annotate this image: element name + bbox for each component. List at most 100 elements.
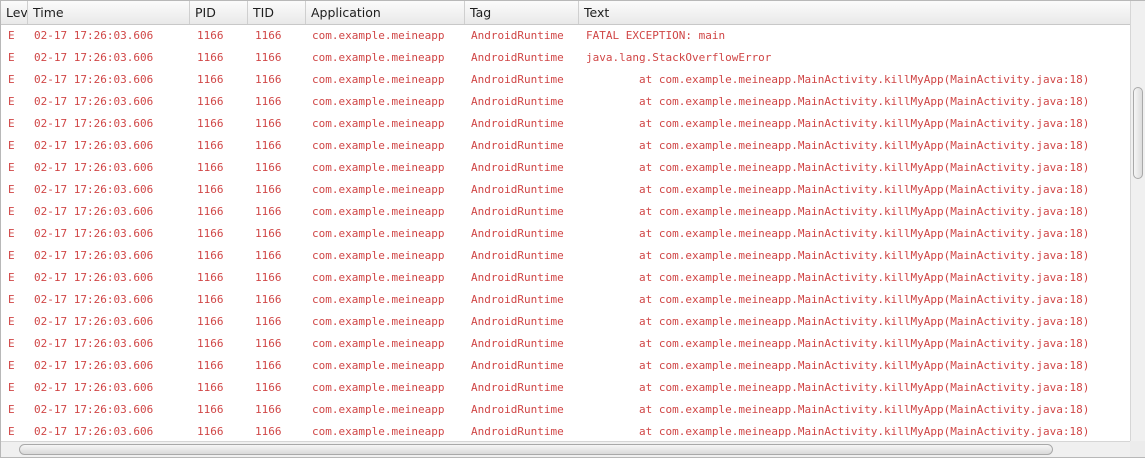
row-time: 02-17 17:26:03.606 — [34, 293, 154, 306]
table-row[interactable]: E 02-17 17:26:03.606 1166 1166 com.example.m… — [1, 333, 1130, 355]
row-level: E — [8, 95, 15, 108]
row-text: at com.example.meineapp.MainActivity.kil… — [586, 139, 1090, 152]
row-application: com.example.meineapp — [312, 161, 445, 174]
row-text: at com.example.meineapp.MainActivity.kil… — [586, 73, 1090, 86]
row-text: at com.example.meineapp.MainActivity.kil… — [586, 293, 1090, 306]
row-level: E — [8, 139, 15, 152]
row-text: at com.example.meineapp.MainActivity.kil… — [586, 227, 1090, 240]
scrollbar-corner — [1130, 441, 1145, 457]
table-row[interactable]: E 02-17 17:26:03.606 1166 1166 com.example.m… — [1, 421, 1130, 441]
row-time: 02-17 17:26:03.606 — [34, 271, 154, 284]
table-row[interactable]: E 02-17 17:26:03.606 1166 1166 com.example.m… — [1, 311, 1130, 333]
row-text: at com.example.meineapp.MainActivity.kil… — [586, 161, 1090, 174]
row-text: at com.example.meineapp.MainActivity.kil… — [586, 205, 1090, 218]
column-header-text[interactable]: Text — [579, 1, 1130, 24]
row-level: E — [8, 117, 15, 130]
column-header-pid[interactable]: PID — [190, 1, 248, 24]
column-header-time[interactable]: Time — [28, 1, 190, 24]
row-time: 02-17 17:26:03.606 — [34, 337, 154, 350]
row-pid: 1166 — [197, 205, 224, 218]
row-level: E — [8, 359, 15, 372]
column-header-tag[interactable]: Tag — [465, 1, 579, 24]
row-time: 02-17 17:26:03.606 — [34, 381, 154, 394]
row-text: at com.example.meineapp.MainActivity.kil… — [586, 271, 1090, 284]
table-row[interactable]: E 02-17 17:26:03.606 1166 1166 com.example.m… — [1, 223, 1130, 245]
row-tid: 1166 — [255, 183, 282, 196]
table-row[interactable]: E 02-17 17:26:03.606 1166 1166 com.example.m… — [1, 25, 1130, 47]
row-pid: 1166 — [197, 29, 224, 42]
row-text: at com.example.meineapp.MainActivity.kil… — [586, 381, 1090, 394]
row-tag: AndroidRuntime — [471, 51, 564, 64]
row-pid: 1166 — [197, 271, 224, 284]
row-level: E — [8, 315, 15, 328]
row-tid: 1166 — [255, 293, 282, 306]
horizontal-scrollbar-thumb[interactable] — [19, 444, 1053, 455]
row-time: 02-17 17:26:03.606 — [34, 29, 154, 42]
row-time: 02-17 17:26:03.606 — [34, 359, 154, 372]
vertical-scrollbar[interactable] — [1130, 1, 1145, 441]
row-time: 02-17 17:26:03.606 — [34, 205, 154, 218]
row-application: com.example.meineapp — [312, 271, 445, 284]
row-tid: 1166 — [255, 227, 282, 240]
row-text: at com.example.meineapp.MainActivity.kil… — [586, 403, 1090, 416]
row-tag: AndroidRuntime — [471, 29, 564, 42]
row-time: 02-17 17:26:03.606 — [34, 95, 154, 108]
row-time: 02-17 17:26:03.606 — [34, 183, 154, 196]
row-pid: 1166 — [197, 337, 224, 350]
table-row[interactable]: E 02-17 17:26:03.606 1166 1166 com.example.m… — [1, 399, 1130, 421]
row-level: E — [8, 161, 15, 174]
vertical-scrollbar-thumb[interactable] — [1133, 87, 1143, 179]
row-tid: 1166 — [255, 403, 282, 416]
row-time: 02-17 17:26:03.606 — [34, 425, 154, 438]
table-row[interactable]: E 02-17 17:26:03.606 1166 1166 com.example.m… — [1, 135, 1130, 157]
row-level: E — [8, 51, 15, 64]
row-text: at com.example.meineapp.MainActivity.kil… — [586, 183, 1090, 196]
row-text: at com.example.meineapp.MainActivity.kil… — [586, 315, 1090, 328]
row-pid: 1166 — [197, 249, 224, 262]
row-pid: 1166 — [197, 403, 224, 416]
row-text: FATAL EXCEPTION: main — [586, 29, 726, 42]
row-text: at com.example.meineapp.MainActivity.kil… — [586, 249, 1090, 262]
row-level: E — [8, 403, 15, 416]
table-row[interactable]: E 02-17 17:26:03.606 1166 1166 com.example.m… — [1, 47, 1130, 69]
row-level: E — [8, 183, 15, 196]
column-header-tid[interactable]: TID — [248, 1, 306, 24]
row-pid: 1166 — [197, 95, 224, 108]
row-application: com.example.meineapp — [312, 227, 445, 240]
row-tid: 1166 — [255, 161, 282, 174]
table-header: Lev Time PID TID Application Tag Text — [1, 1, 1130, 25]
row-tag: AndroidRuntime — [471, 381, 564, 394]
row-text: at com.example.meineapp.MainActivity.kil… — [586, 425, 1090, 438]
table-row[interactable]: E 02-17 17:26:03.606 1166 1166 com.example.m… — [1, 179, 1130, 201]
row-tid: 1166 — [255, 425, 282, 438]
row-application: com.example.meineapp — [312, 425, 445, 438]
row-tag: AndroidRuntime — [471, 117, 564, 130]
row-text: at com.example.meineapp.MainActivity.kil… — [586, 95, 1090, 108]
row-text: at com.example.meineapp.MainActivity.kil… — [586, 117, 1090, 130]
row-level: E — [8, 337, 15, 350]
column-header-application[interactable]: Application — [306, 1, 465, 24]
row-tag: AndroidRuntime — [471, 95, 564, 108]
table-row[interactable]: E 02-17 17:26:03.606 1166 1166 com.example.m… — [1, 245, 1130, 267]
table-row[interactable]: E 02-17 17:26:03.606 1166 1166 com.example.m… — [1, 91, 1130, 113]
table-row[interactable]: E 02-17 17:26:03.606 1166 1166 com.example.m… — [1, 201, 1130, 223]
table-row[interactable]: E 02-17 17:26:03.606 1166 1166 com.example.m… — [1, 113, 1130, 135]
row-application: com.example.meineapp — [312, 359, 445, 372]
table-row[interactable]: E 02-17 17:26:03.606 1166 1166 com.example.m… — [1, 289, 1130, 311]
row-tid: 1166 — [255, 73, 282, 86]
row-tid: 1166 — [255, 117, 282, 130]
horizontal-scrollbar[interactable] — [1, 441, 1130, 457]
table-row[interactable]: E 02-17 17:26:03.606 1166 1166 com.example.m… — [1, 377, 1130, 399]
table-row[interactable]: E 02-17 17:26:03.606 1166 1166 com.example.m… — [1, 69, 1130, 91]
row-tag: AndroidRuntime — [471, 139, 564, 152]
row-level: E — [8, 73, 15, 86]
table-row[interactable]: E 02-17 17:26:03.606 1166 1166 com.example.m… — [1, 355, 1130, 377]
column-header-level[interactable]: Lev — [1, 1, 28, 24]
table-row[interactable]: E 02-17 17:26:03.606 1166 1166 com.example.m… — [1, 267, 1130, 289]
row-level: E — [8, 271, 15, 284]
table-row[interactable]: E 02-17 17:26:03.606 1166 1166 com.example.m… — [1, 157, 1130, 179]
row-pid: 1166 — [197, 51, 224, 64]
row-pid: 1166 — [197, 359, 224, 372]
row-level: E — [8, 29, 15, 42]
row-application: com.example.meineapp — [312, 117, 445, 130]
